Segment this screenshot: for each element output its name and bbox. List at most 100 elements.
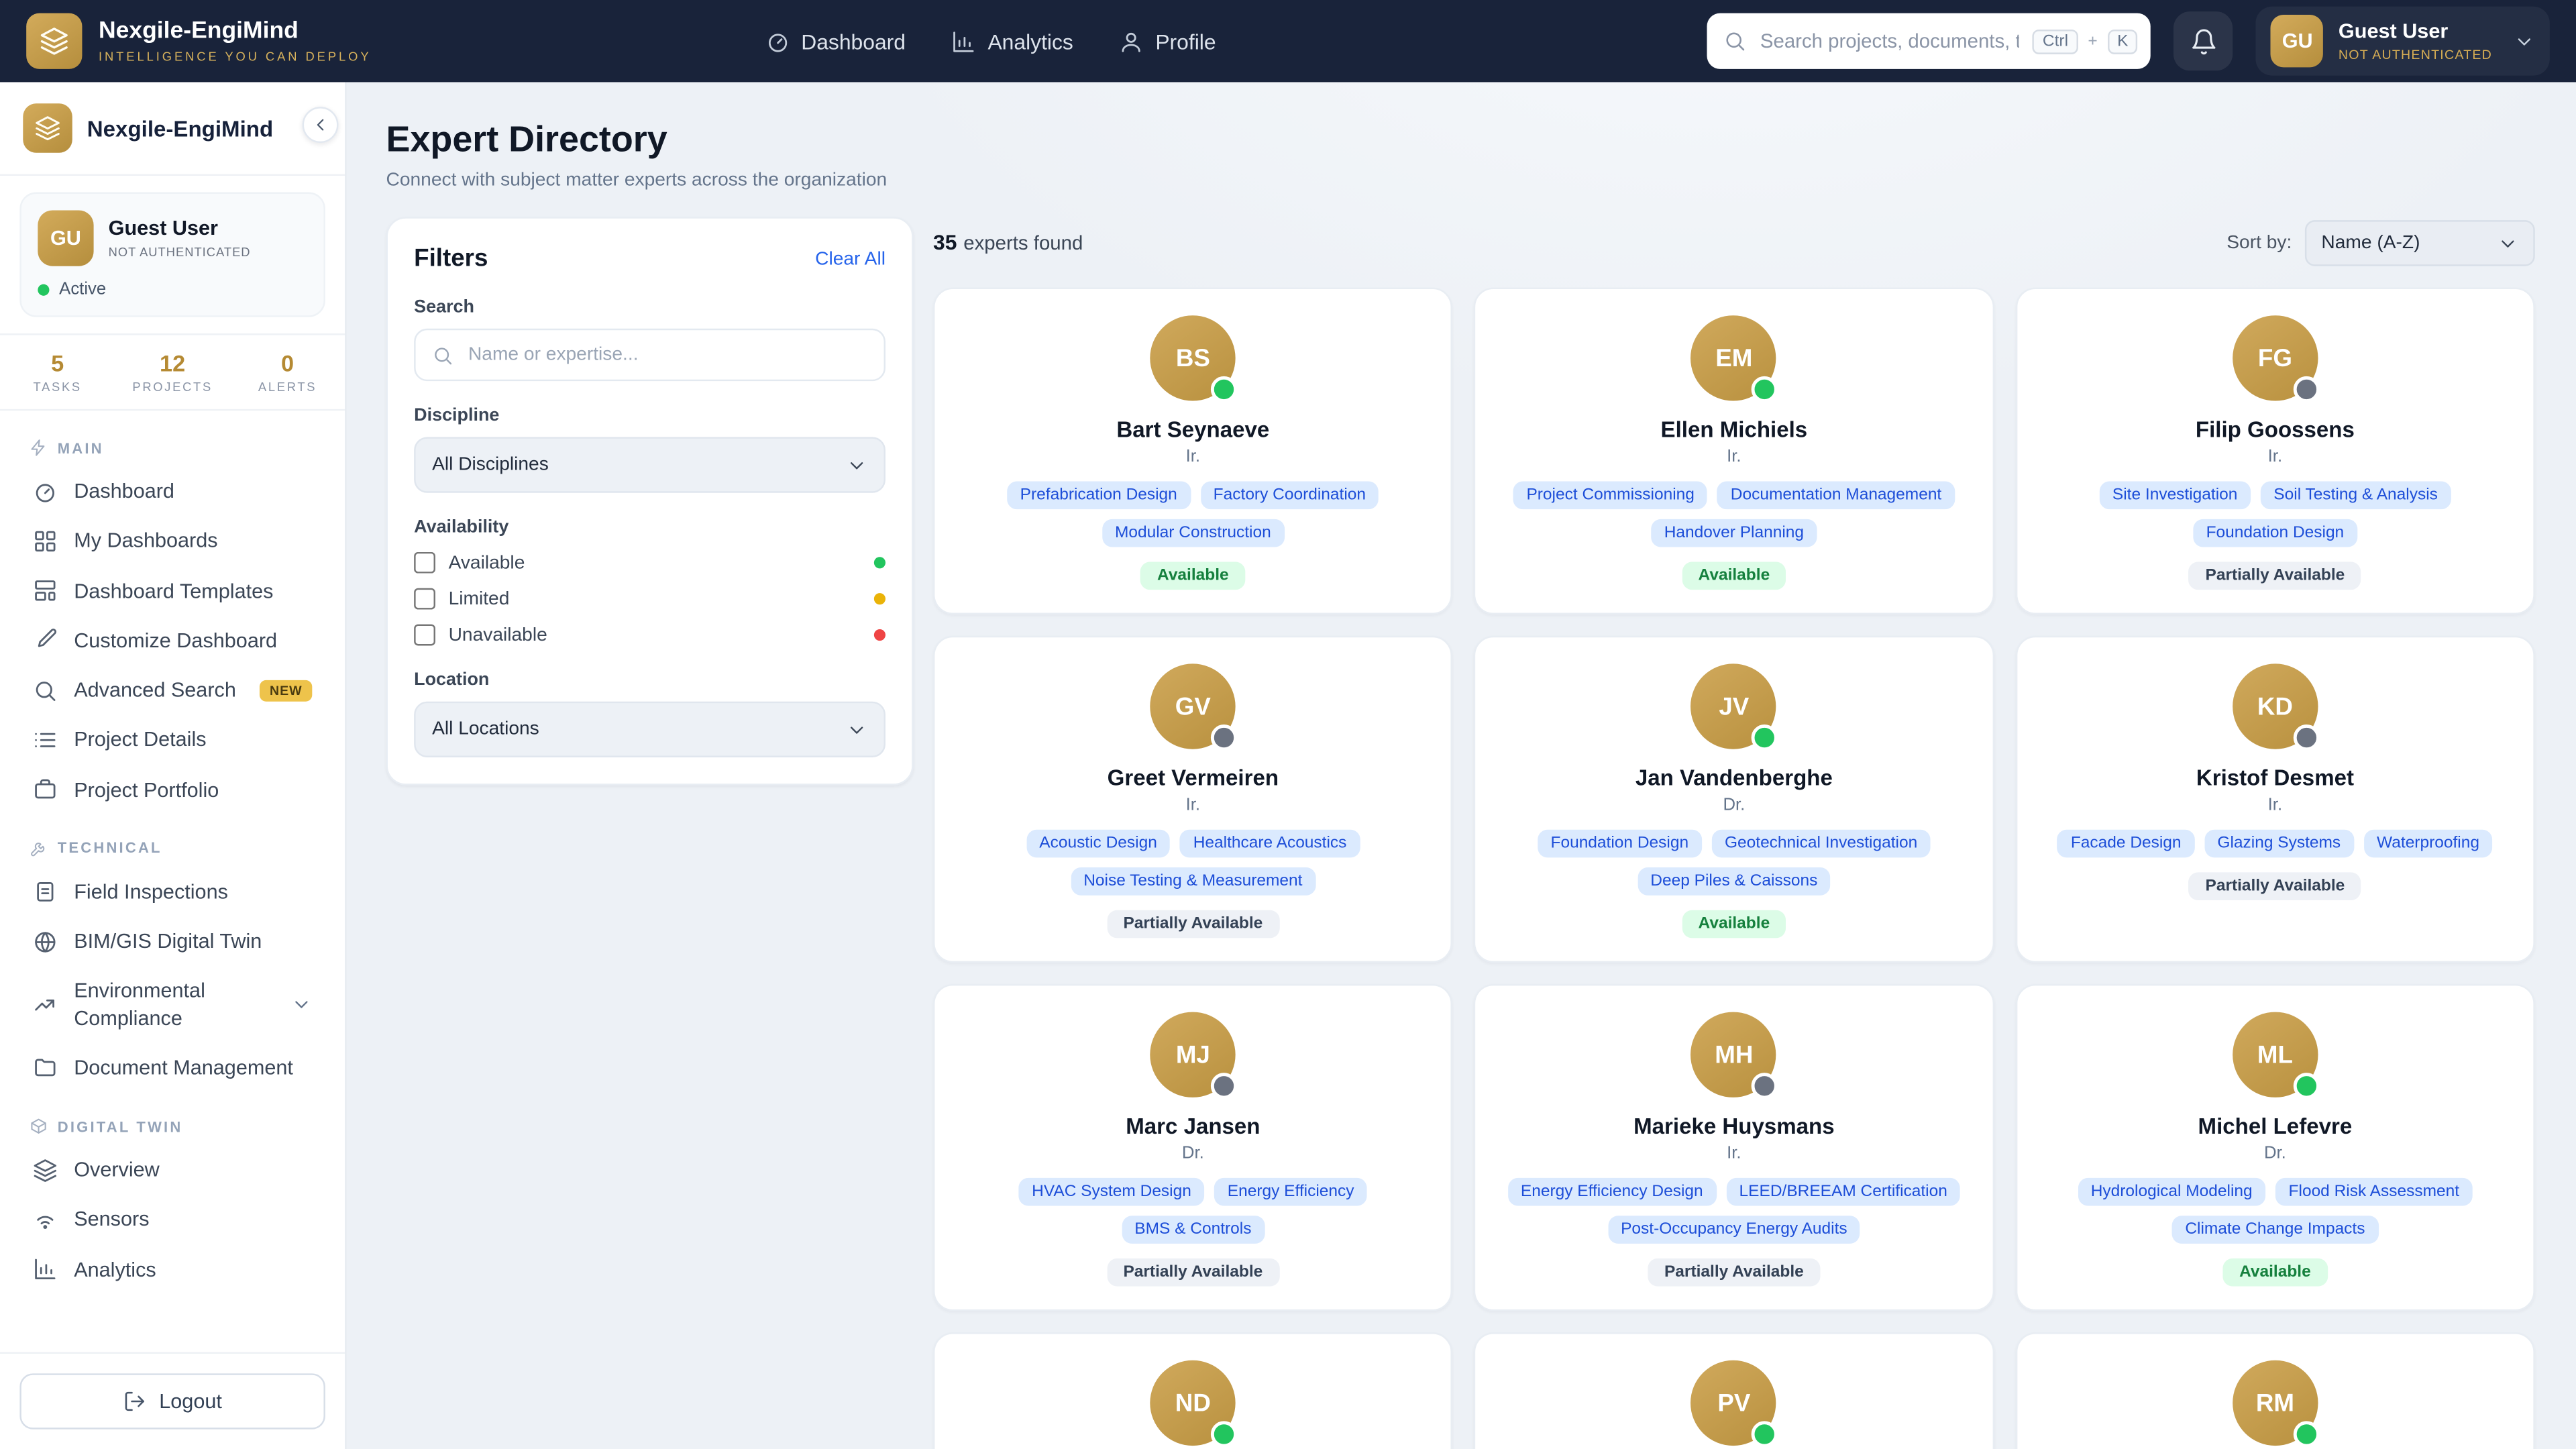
expert-card-kristof-desmet[interactable]: KDKristof DesmetIr.Facade DesignGlazing … xyxy=(2015,636,2535,963)
filters-panel: Filters Clear All Search Discipline All … xyxy=(386,217,914,785)
expert-tags: Acoustic DesignHealthcare AcousticsNoise… xyxy=(958,830,1428,896)
notifications-button[interactable] xyxy=(2174,11,2233,70)
sidebar-item-dashboard[interactable]: Dashboard xyxy=(16,467,328,517)
expertise-tag: Site Investigation xyxy=(2099,482,2251,510)
stat-projects: 12PROJECTS xyxy=(115,350,229,394)
user-menu[interactable]: GU Guest User NOT AUTHENTICATED xyxy=(2256,7,2549,76)
filter-search-input[interactable] xyxy=(465,343,867,366)
stat-label: ALERTS xyxy=(230,380,345,394)
expert-card-marieke-huysmans[interactable]: MHMarieke HuysmansIr.Energy Efficiency D… xyxy=(1474,984,1994,1311)
gauge-icon xyxy=(765,29,790,54)
logout-button[interactable]: Logout xyxy=(19,1373,325,1429)
chevron-down-icon xyxy=(290,994,312,1016)
global-search[interactable]: Ctrl + K xyxy=(1708,13,2151,69)
expert-card-michel-lefevre[interactable]: MLMichel LefevreDr.Hydrological Modeling… xyxy=(2015,984,2535,1311)
discipline-select[interactable]: All Disciplines xyxy=(414,437,885,492)
status-dot xyxy=(2293,1073,2319,1099)
availability-checkbox-limited[interactable] xyxy=(414,588,435,610)
chevron-down-icon xyxy=(846,454,867,476)
sidebar-item-sensors[interactable]: Sensors xyxy=(16,1195,328,1244)
results-panel: 35experts found Sort by: Name (A-Z) BSBa… xyxy=(933,217,2535,1449)
availability-option-limited[interactable]: Limited xyxy=(414,588,885,610)
expert-card-rik-moens[interactable]: RMRik Moens xyxy=(2015,1332,2535,1449)
sidebar-item-environmental-compliance[interactable]: Environmental Compliance xyxy=(16,967,328,1043)
chart-icon xyxy=(33,1257,58,1282)
sidebar-item-label: Customize Dashboard xyxy=(74,627,277,654)
topnav-item-analytics[interactable]: Analytics xyxy=(952,29,1073,54)
sort-select[interactable]: Name (A-Z) xyxy=(2305,220,2535,266)
expert-avatar: FG xyxy=(2233,315,2318,400)
sidebar-item-dashboard-templates[interactable]: Dashboard Templates xyxy=(16,566,328,616)
expert-card-filip-goossens[interactable]: FGFilip GoossensIr.Site InvestigationSoi… xyxy=(2015,288,2535,614)
topnav-item-profile[interactable]: Profile xyxy=(1119,29,1216,54)
sidebar-item-customize-dashboard[interactable]: Customize Dashboard xyxy=(16,616,328,665)
expert-card-marc-jansen[interactable]: MJMarc JansenDr.HVAC System DesignEnergy… xyxy=(933,984,1453,1311)
sidebar-item-field-inspections[interactable]: Field Inspections xyxy=(16,867,328,916)
sidebar-item-label: Project Portfolio xyxy=(74,776,219,803)
status-dot xyxy=(1211,724,1237,751)
availability-option-available[interactable]: Available xyxy=(414,552,885,574)
expert-tags: Prefabrication DesignFactory Coordinatio… xyxy=(958,482,1428,547)
sidebar-item-label: Overview xyxy=(74,1157,160,1183)
sidebar-item-analytics[interactable]: Analytics xyxy=(16,1244,328,1294)
expert-card-greet-vermeiren[interactable]: GVGreet VermeirenIr.Acoustic DesignHealt… xyxy=(933,636,1453,963)
expert-card-nicole-dupont[interactable]: NDNicole Dupont xyxy=(933,1332,1453,1449)
expertise-tag: Foundation Design xyxy=(1538,830,1702,858)
wrench-icon xyxy=(30,839,48,857)
expertise-tag: Deep Piles & Caissons xyxy=(1638,867,1831,896)
clear-all-link[interactable]: Clear All xyxy=(815,249,885,268)
status-dot xyxy=(1752,376,1778,402)
stat-value: 5 xyxy=(0,350,115,376)
user-auth-status: NOT AUTHENTICATED xyxy=(2339,48,2492,62)
status-dot xyxy=(1211,1421,1237,1447)
expert-card-jan-vandenberghe[interactable]: JVJan VandenbergheDr.Foundation DesignGe… xyxy=(1474,636,1994,963)
expert-name: Ellen Michiels xyxy=(1661,417,1808,442)
presence-status: Active xyxy=(38,279,307,299)
sidebar-item-advanced-search[interactable]: Advanced SearchNEW xyxy=(16,665,328,715)
global-search-input[interactable] xyxy=(1757,28,2023,54)
section-label-text: DIGITAL TWIN xyxy=(58,1118,183,1134)
expert-card-bart-seynaeve[interactable]: BSBart SeynaeveIr.Prefabrication DesignF… xyxy=(933,288,1453,614)
expert-card-ellen-michiels[interactable]: EMEllen MichielsIr.Project Commissioning… xyxy=(1474,288,1994,614)
expertise-tag: Healthcare Acoustics xyxy=(1180,830,1360,858)
page-subtitle: Connect with subject matter experts acro… xyxy=(386,171,2535,191)
topnav-item-label: Dashboard xyxy=(801,29,906,54)
sidebar-item-bim-gis-digital-twin[interactable]: BIM/GIS Digital Twin xyxy=(16,917,328,967)
sidebar-item-project-details[interactable]: Project Details xyxy=(16,715,328,765)
status-dot xyxy=(1752,724,1778,751)
expert-card-peter-vandamme[interactable]: PVPeter Vandamme xyxy=(1474,1332,1994,1449)
topnav-item-dashboard[interactable]: Dashboard xyxy=(765,29,906,54)
layers-icon xyxy=(33,1158,58,1183)
stat-alerts: 0ALERTS xyxy=(230,350,345,394)
expert-tags: HVAC System DesignEnergy EfficiencyBMS &… xyxy=(958,1178,1428,1244)
chevron-down-icon xyxy=(2497,233,2518,254)
topnav-item-label: Analytics xyxy=(987,29,1073,54)
location-select[interactable]: All Locations xyxy=(414,702,885,757)
availability-checkbox-unavailable[interactable] xyxy=(414,625,435,646)
filter-search[interactable] xyxy=(414,329,885,381)
topnav-item-label: Profile xyxy=(1155,29,1216,54)
sidebar-item-label: BIM/GIS Digital Twin xyxy=(74,928,262,955)
expertise-tag: Flood Risk Assessment xyxy=(2275,1178,2473,1206)
sidebar-item-document-management[interactable]: Document Management xyxy=(16,1042,328,1092)
availability-option-unavailable[interactable]: Unavailable xyxy=(414,625,885,646)
expert-tags: Hydrological ModelingFlood Risk Assessme… xyxy=(2040,1178,2510,1244)
sidebar-item-label: Dashboard xyxy=(74,478,174,505)
box-icon xyxy=(30,1117,48,1135)
bell-icon xyxy=(2190,27,2218,55)
expertise-tag: Energy Efficiency Design xyxy=(1507,1178,1716,1206)
discipline-label: Discipline xyxy=(414,406,885,425)
expertise-tag: Post-Occupancy Energy Audits xyxy=(1607,1216,1860,1244)
availability-checkbox-available[interactable] xyxy=(414,552,435,574)
sidebar-item-my-dashboards[interactable]: My Dashboards xyxy=(16,517,328,566)
top-navbar: Nexgile-EngiMind INTELLIGENCE YOU CAN DE… xyxy=(0,0,2576,82)
sidebar-collapse-button[interactable] xyxy=(303,107,339,143)
folder-icon xyxy=(33,1055,58,1080)
kbd-k: K xyxy=(2107,29,2138,54)
expert-avatar: JV xyxy=(1691,663,1776,749)
sidebar-item-project-portfolio[interactable]: Project Portfolio xyxy=(16,765,328,814)
expertise-tag: Factory Coordination xyxy=(1200,482,1379,510)
app-shell: Nexgile-EngiMind GU Guest User NOT AUTHE… xyxy=(0,82,2576,1449)
search-icon xyxy=(1724,30,1747,52)
sidebar-item-overview[interactable]: Overview xyxy=(16,1145,328,1195)
